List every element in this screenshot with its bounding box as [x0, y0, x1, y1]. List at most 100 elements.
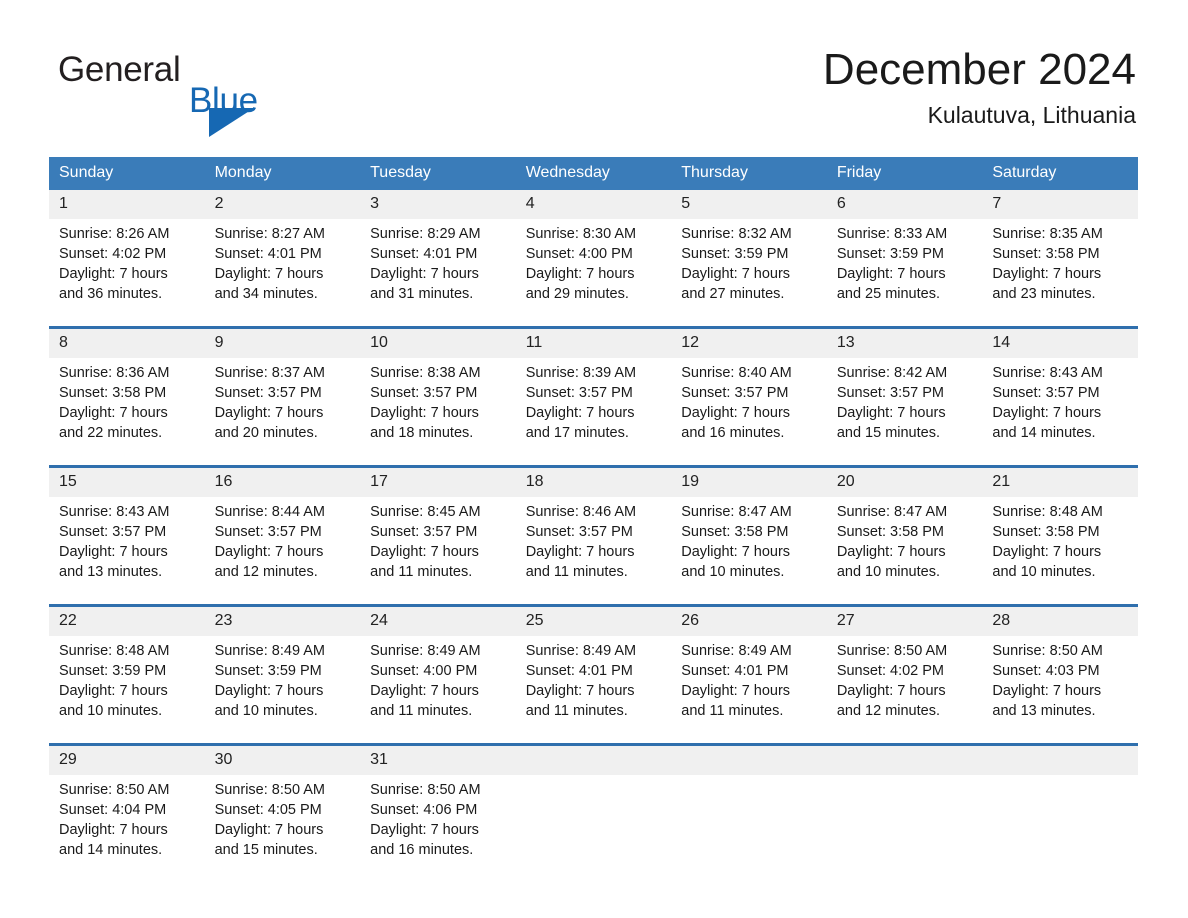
- day-cell[interactable]: Sunrise: 8:30 AM Sunset: 4:00 PM Dayligh…: [515, 219, 672, 328]
- day-cell[interactable]: Sunrise: 8:36 AM Sunset: 3:58 PM Dayligh…: [49, 358, 205, 467]
- day-number[interactable]: 24: [360, 604, 516, 636]
- daylight-text: Daylight: 7 hours: [214, 822, 324, 838]
- sunrise-text: Sunrise: 8:36 AM: [59, 365, 170, 381]
- week-2-daynum-row: 8 9 10 11 12 13 14: [49, 326, 1138, 358]
- daylight-text: Daylight: 7 hours: [214, 405, 324, 421]
- day-cell[interactable]: Sunrise: 8:29 AM Sunset: 4:01 PM Dayligh…: [360, 219, 516, 328]
- daylight-text-cont: and 16 minutes.: [370, 842, 474, 858]
- day-cell[interactable]: Sunrise: 8:26 AM Sunset: 4:02 PM Dayligh…: [49, 219, 205, 328]
- day-number[interactable]: 20: [826, 465, 983, 497]
- sunset-text: Sunset: 3:59 PM: [836, 246, 945, 262]
- calendar-header-row: Sunday Monday Tuesday Wednesday Thursday…: [49, 157, 1138, 190]
- day-number[interactable]: 17: [360, 465, 516, 497]
- day-number[interactable]: 15: [49, 465, 205, 497]
- day-number[interactable]: 11: [515, 326, 672, 358]
- day-cell[interactable]: Sunrise: 8:46 AM Sunset: 3:57 PM Dayligh…: [515, 497, 672, 606]
- day-cell[interactable]: Sunrise: 8:42 AM Sunset: 3:57 PM Dayligh…: [826, 358, 983, 467]
- daylight-text-cont: and 10 minutes.: [836, 564, 940, 580]
- day-cell[interactable]: Sunrise: 8:50 AM Sunset: 4:05 PM Dayligh…: [204, 775, 361, 882]
- day-cell[interactable]: Sunrise: 8:33 AM Sunset: 3:59 PM Dayligh…: [826, 219, 983, 328]
- day-number[interactable]: 4: [515, 190, 672, 219]
- day-number[interactable]: 21: [982, 465, 1138, 497]
- day-cell[interactable]: Sunrise: 8:35 AM Sunset: 3:58 PM Dayligh…: [982, 219, 1138, 328]
- day-number[interactable]: 16: [204, 465, 361, 497]
- day-cell[interactable]: Sunrise: 8:50 AM Sunset: 4:06 PM Dayligh…: [360, 775, 516, 882]
- day-cell[interactable]: Sunrise: 8:32 AM Sunset: 3:59 PM Dayligh…: [671, 219, 827, 328]
- sunset-text: Sunset: 4:05 PM: [214, 802, 322, 818]
- week-1-info-row: Sunrise: 8:26 AM Sunset: 4:02 PM Dayligh…: [49, 219, 1138, 328]
- sunrise-text: Sunrise: 8:49 AM: [214, 643, 325, 659]
- day-cell[interactable]: Sunrise: 8:47 AM Sunset: 3:58 PM Dayligh…: [826, 497, 983, 606]
- daylight-text: Daylight: 7 hours: [992, 544, 1102, 560]
- day-cell[interactable]: Sunrise: 8:48 AM Sunset: 3:58 PM Dayligh…: [982, 497, 1138, 606]
- day-cell[interactable]: Sunrise: 8:43 AM Sunset: 3:57 PM Dayligh…: [49, 497, 205, 606]
- day-cell[interactable]: Sunrise: 8:43 AM Sunset: 3:57 PM Dayligh…: [982, 358, 1138, 467]
- day-number[interactable]: 19: [671, 465, 827, 497]
- day-cell[interactable]: Sunrise: 8:39 AM Sunset: 3:57 PM Dayligh…: [515, 358, 672, 467]
- day-cell[interactable]: Sunrise: 8:37 AM Sunset: 3:57 PM Dayligh…: [204, 358, 361, 467]
- sunrise-text: Sunrise: 8:50 AM: [59, 782, 170, 798]
- day-number[interactable]: 28: [982, 604, 1138, 636]
- sunset-text: Sunset: 3:58 PM: [836, 524, 945, 540]
- sunset-text: Sunset: 3:59 PM: [681, 246, 789, 262]
- sunrise-text: Sunrise: 8:40 AM: [681, 365, 792, 381]
- general-blue-logo[interactable]: General Blue: [58, 52, 388, 137]
- day-number[interactable]: 14: [982, 326, 1138, 358]
- day-cell[interactable]: Sunrise: 8:49 AM Sunset: 4:01 PM Dayligh…: [515, 636, 672, 745]
- day-number[interactable]: 27: [826, 604, 983, 636]
- day-number[interactable]: 8: [49, 326, 205, 358]
- day-cell[interactable]: Sunrise: 8:49 AM Sunset: 4:01 PM Dayligh…: [671, 636, 827, 745]
- day-number[interactable]: 13: [826, 326, 983, 358]
- sunset-text: Sunset: 4:02 PM: [836, 663, 945, 679]
- day-cell[interactable]: Sunrise: 8:50 AM Sunset: 4:02 PM Dayligh…: [826, 636, 983, 745]
- day-cell[interactable]: Sunrise: 8:27 AM Sunset: 4:01 PM Dayligh…: [204, 219, 361, 328]
- day-number[interactable]: 5: [671, 190, 827, 219]
- day-cell[interactable]: Sunrise: 8:47 AM Sunset: 3:58 PM Dayligh…: [671, 497, 827, 606]
- day-cell[interactable]: Sunrise: 8:48 AM Sunset: 3:59 PM Dayligh…: [49, 636, 205, 745]
- day-number[interactable]: 23: [204, 604, 361, 636]
- day-number[interactable]: 18: [515, 465, 672, 497]
- day-cell[interactable]: Sunrise: 8:50 AM Sunset: 4:03 PM Dayligh…: [982, 636, 1138, 745]
- day-number[interactable]: 3: [360, 190, 516, 219]
- day-cell[interactable]: Sunrise: 8:45 AM Sunset: 3:57 PM Dayligh…: [360, 497, 516, 606]
- daylight-text-cont: and 11 minutes.: [370, 564, 473, 580]
- day-cell[interactable]: Sunrise: 8:49 AM Sunset: 4:00 PM Dayligh…: [360, 636, 516, 745]
- day-cell[interactable]: Sunrise: 8:50 AM Sunset: 4:04 PM Dayligh…: [49, 775, 205, 882]
- week-4-daynum-row: 22 23 24 25 26 27 28: [49, 604, 1138, 636]
- day-number[interactable]: 9: [204, 326, 361, 358]
- daylight-text: Daylight: 7 hours: [59, 544, 168, 560]
- day-cell[interactable]: Sunrise: 8:38 AM Sunset: 3:57 PM Dayligh…: [360, 358, 516, 467]
- day-number[interactable]: 25: [515, 604, 672, 636]
- sunrise-text: Sunrise: 8:47 AM: [836, 504, 948, 520]
- sunset-text: Sunset: 4:04 PM: [59, 802, 167, 818]
- day-number[interactable]: 12: [671, 326, 827, 358]
- sunset-text: Sunset: 3:57 PM: [836, 385, 945, 401]
- daylight-text-cont: and 16 minutes.: [681, 425, 785, 441]
- day-number[interactable]: 2: [204, 190, 361, 219]
- day-cell-empty: [826, 775, 983, 882]
- day-number[interactable]: 6: [826, 190, 983, 219]
- day-number[interactable]: 26: [671, 604, 827, 636]
- day-cell[interactable]: Sunrise: 8:44 AM Sunset: 3:57 PM Dayligh…: [204, 497, 361, 606]
- day-number[interactable]: 31: [360, 743, 516, 775]
- daylight-text: Daylight: 7 hours: [681, 683, 791, 699]
- page-title: December 2024: [822, 45, 1136, 94]
- sunset-text: Sunset: 3:57 PM: [370, 524, 478, 540]
- day-number[interactable]: 10: [360, 326, 516, 358]
- daylight-text-cont: and 15 minutes.: [214, 842, 318, 858]
- day-cell[interactable]: Sunrise: 8:49 AM Sunset: 3:59 PM Dayligh…: [204, 636, 361, 745]
- title-block: December 2024 Kulautuva, Lithuania: [823, 44, 1136, 130]
- day-cell[interactable]: Sunrise: 8:40 AM Sunset: 3:57 PM Dayligh…: [671, 358, 827, 467]
- day-number[interactable]: 7: [982, 190, 1138, 219]
- daylight-text: Daylight: 7 hours: [59, 683, 168, 699]
- day-number[interactable]: 29: [49, 743, 205, 775]
- daylight-text: Daylight: 7 hours: [525, 405, 635, 421]
- day-number[interactable]: 1: [49, 190, 205, 219]
- sunrise-text: Sunrise: 8:50 AM: [992, 643, 1103, 659]
- daylight-text: Daylight: 7 hours: [59, 266, 168, 282]
- day-number[interactable]: 22: [49, 604, 205, 636]
- day-number[interactable]: 30: [204, 743, 361, 775]
- sunset-text: Sunset: 3:57 PM: [370, 385, 478, 401]
- daylight-text: Daylight: 7 hours: [214, 266, 324, 282]
- sunrise-text: Sunrise: 8:49 AM: [370, 643, 481, 659]
